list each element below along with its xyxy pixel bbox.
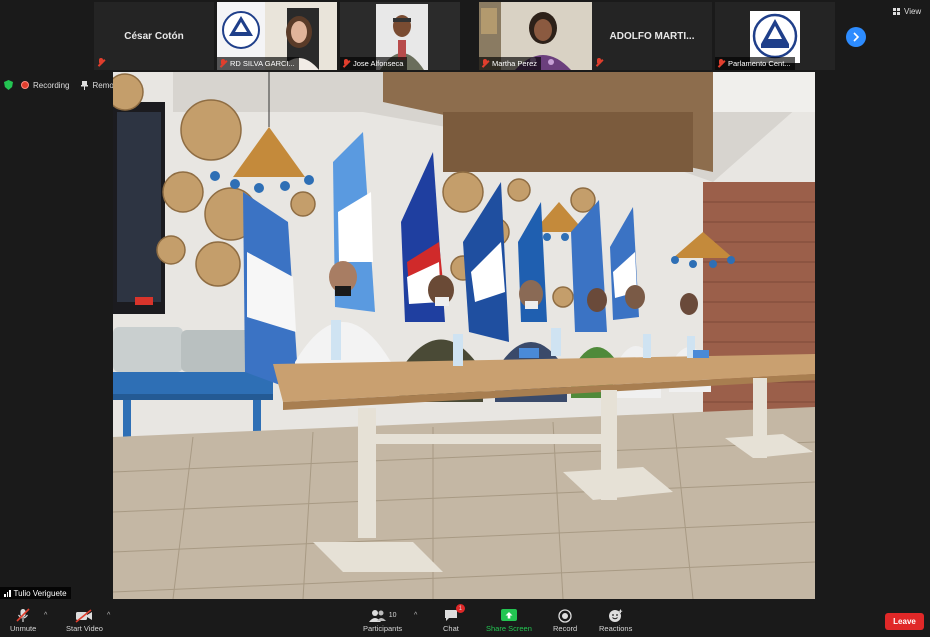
recording-indicator[interactable]: Recording: [21, 81, 69, 90]
reactions-smiley-icon: [608, 607, 623, 624]
participants-count: 10: [388, 612, 397, 619]
grid-icon: [893, 8, 900, 15]
active-speaker-label: Tulio Veriguete: [0, 587, 71, 599]
record-icon: [558, 607, 572, 624]
participants-options-caret[interactable]: ^: [414, 612, 417, 619]
participant-name: César Cotón: [124, 30, 184, 42]
muted-mic-icon: [717, 59, 725, 68]
speaker-video-feed: [113, 72, 815, 599]
start-video-button[interactable]: Start Video: [66, 607, 103, 633]
chat-icon: 1: [444, 604, 465, 624]
muted-mic-icon: [481, 59, 489, 68]
participants-button[interactable]: 10 Participants: [363, 607, 402, 633]
record-button[interactable]: Record: [553, 607, 577, 633]
participant-tile-jose-alfonseca[interactable]: Jose Alfonseca: [340, 2, 460, 70]
participant-label: Martha Perez: [479, 57, 542, 70]
participant-tile-parlamento-centroamericano[interactable]: Parlamento Cent...: [715, 2, 835, 70]
share-screen-button[interactable]: Share Screen: [486, 607, 532, 633]
audio-level-icon: [4, 589, 11, 597]
participant-label: Parlamento Cent...: [715, 57, 795, 70]
video-options-caret[interactable]: ^: [107, 612, 110, 619]
chat-button[interactable]: 1 Chat: [443, 604, 465, 633]
unmute-button[interactable]: Unmute: [10, 607, 36, 633]
security-shield-icon[interactable]: [4, 80, 13, 90]
record-dot-icon: [21, 81, 29, 89]
reactions-button[interactable]: Reactions: [599, 607, 632, 633]
participant-label: Jose Alfonseca: [340, 57, 408, 70]
muted-mic-icon: [16, 607, 30, 624]
participant-label: RD SILVA GARCI...: [217, 57, 299, 70]
muted-mic-icon: [219, 59, 227, 68]
meeting-toolbar: Unmute ^ Start Video ^ 10 Participants ^…: [0, 604, 930, 637]
muted-mic-icon: [595, 58, 603, 67]
pin-icon: [81, 80, 89, 90]
participant-tile-martha-perez[interactable]: Martha Perez: [479, 2, 599, 70]
participant-tile-adolfo-marti[interactable]: ADOLFO MARTI...: [592, 2, 712, 70]
main-video-view[interactable]: [113, 72, 815, 599]
video-off-icon: [75, 607, 93, 624]
participant-tile-rd-silva-garcia[interactable]: RD SILVA GARCI...: [217, 2, 337, 70]
participant-tile-cesar-coton[interactable]: César Cotón: [94, 2, 214, 70]
share-screen-icon: [500, 607, 517, 624]
chat-unread-badge: 1: [455, 604, 465, 613]
view-button[interactable]: View: [893, 7, 921, 16]
chevron-right-icon: [853, 32, 860, 42]
participants-icon: 10: [368, 607, 397, 624]
audio-options-caret[interactable]: ^: [44, 612, 47, 619]
muted-mic-icon: [97, 58, 105, 67]
muted-mic-icon: [342, 59, 350, 68]
gallery-strip: César Cotón RD SILVA GARCI... Jose Alfon…: [0, 0, 930, 74]
leave-meeting-button[interactable]: Leave: [885, 613, 924, 630]
participant-name: ADOLFO MARTI...: [609, 30, 695, 42]
next-page-button[interactable]: [846, 27, 866, 47]
